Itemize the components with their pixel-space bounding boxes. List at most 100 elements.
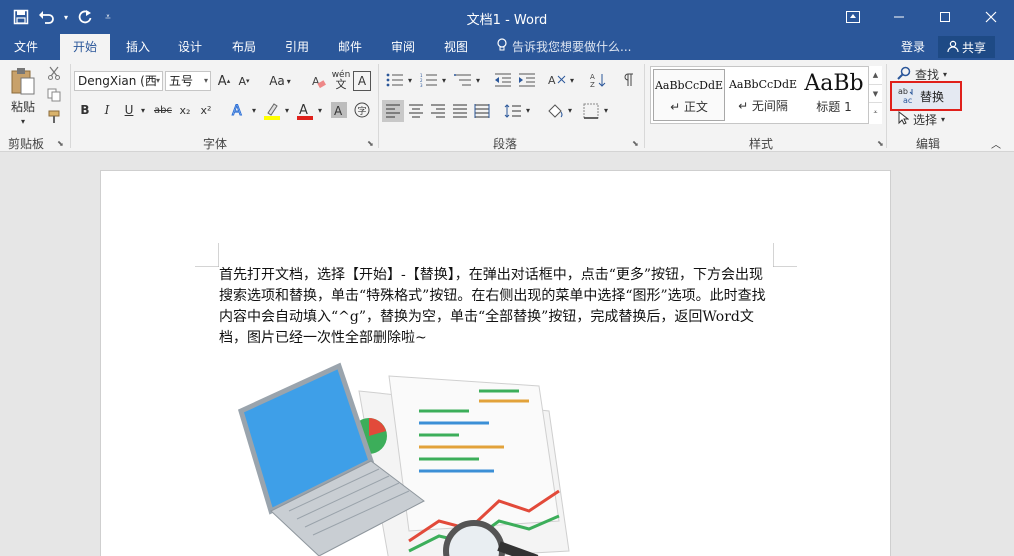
styles-more-icon[interactable]: ⩡ — [869, 102, 882, 120]
collapse-ribbon-icon[interactable]: ︿ — [988, 136, 1004, 151]
bullets-icon[interactable] — [384, 70, 406, 90]
align-right-icon[interactable] — [427, 100, 449, 122]
font-launcher-icon[interactable]: ⬊ — [367, 139, 374, 148]
cut-icon[interactable] — [44, 64, 64, 82]
document-page[interactable]: 首先打开文档，选择【开始】-【替换】，在弹出对话框中，点击“更多”按钮，下方会出… — [100, 170, 891, 556]
distributed-icon[interactable] — [471, 100, 493, 122]
customize-qat-icon[interactable]: ⩡ — [98, 4, 118, 30]
show-formatting-marks-icon[interactable] — [620, 70, 636, 90]
copy-icon[interactable] — [44, 86, 64, 104]
svg-text:A: A — [299, 103, 308, 118]
text-effects-dropdown-icon[interactable]: ▾ — [250, 100, 258, 120]
align-left-icon[interactable] — [382, 100, 404, 122]
chinese-layout-dropdown-icon[interactable]: ▾ — [568, 70, 576, 90]
tab-layout[interactable]: 布局 — [218, 34, 270, 60]
clear-formatting-icon[interactable]: A — [308, 71, 328, 91]
multilevel-list-icon[interactable] — [452, 70, 474, 90]
multilevel-dropdown-icon[interactable]: ▾ — [474, 70, 482, 90]
styles-launcher-icon[interactable]: ⬊ — [877, 139, 884, 148]
tab-insert[interactable]: 插入 — [114, 34, 162, 60]
font-color-icon[interactable]: A — [295, 100, 315, 122]
ribbon: 粘贴 ▾ 剪贴板 ⬊ DengXian (西 ▾ 五号 ▾ A ▴ A ▾ Aa ▾ A … — [0, 60, 1014, 152]
highlight-dropdown-icon[interactable]: ▾ — [283, 100, 291, 120]
bold-button[interactable]: B — [76, 100, 94, 120]
tell-me-box[interactable]: 告诉我您想要做什么... — [496, 34, 631, 60]
shading-icon[interactable] — [544, 100, 566, 122]
enclose-characters-icon[interactable]: 字 — [352, 100, 372, 120]
paste-icon[interactable] — [6, 66, 40, 96]
text-effects-icon[interactable]: A — [228, 100, 250, 120]
character-shading-icon[interactable]: A — [330, 100, 348, 120]
minimize-icon[interactable] — [876, 0, 922, 34]
search-icon — [897, 66, 911, 83]
sort-icon[interactable]: AZ — [588, 70, 608, 90]
style-no-spacing[interactable]: AaBbCcDdE ↵ 无间隔 — [727, 69, 799, 121]
line-spacing-icon[interactable] — [502, 100, 524, 122]
character-border-icon[interactable]: A — [353, 71, 371, 91]
justify-icon[interactable] — [449, 100, 471, 122]
tab-review[interactable]: 审阅 — [379, 34, 427, 60]
increase-indent-icon[interactable] — [516, 70, 538, 90]
strikethrough-button[interactable]: abc — [152, 100, 174, 120]
underline-dropdown-icon[interactable]: ▾ — [138, 100, 148, 120]
tab-references[interactable]: 引用 — [273, 34, 321, 60]
numbering-icon[interactable]: 123 — [418, 70, 440, 90]
scroll-up-icon[interactable]: ▲ — [869, 66, 882, 84]
grow-font-icon[interactable]: A ▴ — [215, 71, 233, 91]
change-case-button[interactable]: Aa ▾ — [264, 71, 296, 91]
select-label: 选择 — [913, 112, 938, 127]
font-name-combo[interactable]: DengXian (西 ▾ — [74, 71, 163, 91]
bullets-dropdown-icon[interactable]: ▾ — [406, 70, 414, 90]
save-icon[interactable] — [8, 4, 34, 30]
styles-gallery: AaBbCcDdE ↵ 正文 AaBbCcDdE ↵ 无间隔 AaBb 标题 1 — [650, 66, 882, 124]
numbering-dropdown-icon[interactable]: ▾ — [440, 70, 448, 90]
style-normal-label: ↵ 正文 — [670, 100, 708, 114]
tab-home[interactable]: 开始 — [60, 34, 110, 60]
style-no-spacing-label: ↵ 无间隔 — [738, 99, 788, 113]
scroll-down-icon[interactable]: ▼ — [869, 84, 882, 102]
laptop-charts-picture[interactable] — [219, 351, 573, 556]
shading-dropdown-icon[interactable]: ▾ — [566, 100, 574, 120]
highlight-color-icon[interactable] — [262, 100, 282, 122]
borders-icon[interactable] — [580, 100, 602, 122]
paste-dropdown-icon[interactable]: ▾ — [16, 116, 30, 126]
style-heading-1[interactable]: AaBb 标题 1 — [801, 69, 867, 121]
font-color-dropdown-icon[interactable]: ▾ — [316, 100, 324, 120]
redo-icon[interactable] — [72, 4, 98, 30]
undo-dropdown-icon[interactable]: ▾ — [60, 4, 72, 30]
grow-font-glyph: A — [217, 73, 227, 89]
tab-view[interactable]: 视图 — [431, 34, 481, 60]
undo-icon[interactable] — [34, 4, 60, 30]
chinese-layout-icon[interactable]: A — [546, 70, 568, 90]
change-case-label: Aa — [269, 74, 285, 88]
tab-mailings[interactable]: 邮件 — [325, 34, 375, 60]
cursor-icon — [897, 110, 910, 128]
body-paragraph[interactable]: 首先打开文档，选择【开始】-【替换】，在弹出对话框中，点击“更多”按钮，下方会出… — [219, 265, 771, 349]
format-painter-icon[interactable] — [44, 108, 64, 126]
svg-text:ab: ab — [898, 87, 908, 96]
close-icon[interactable] — [968, 0, 1014, 34]
subscript-button[interactable]: x₂ — [176, 100, 194, 120]
clipboard-launcher-icon[interactable]: ⬊ — [57, 139, 64, 148]
line-spacing-dropdown-icon[interactable]: ▾ — [524, 100, 532, 120]
shrink-font-icon[interactable]: A ▾ — [235, 71, 253, 91]
decrease-indent-icon[interactable] — [492, 70, 514, 90]
share-button[interactable]: 共享 — [938, 36, 995, 58]
align-center-icon[interactable] — [405, 100, 427, 122]
tab-design[interactable]: 设计 — [166, 34, 214, 60]
replace-button[interactable]: ab ac 替换 — [890, 81, 962, 111]
ribbon-display-options-icon[interactable] — [830, 0, 876, 34]
maximize-icon[interactable] — [922, 0, 968, 34]
select-button[interactable]: 选择 ▾ — [897, 110, 961, 128]
superscript-button[interactable]: x² — [197, 100, 215, 120]
paste-label[interactable]: 粘贴 — [6, 97, 40, 115]
underline-button[interactable]: U — [120, 100, 138, 120]
paragraph-launcher-icon[interactable]: ⬊ — [632, 139, 639, 148]
font-size-combo[interactable]: 五号 ▾ — [165, 71, 211, 91]
style-normal[interactable]: AaBbCcDdE ↵ 正文 — [653, 69, 725, 121]
borders-dropdown-icon[interactable]: ▾ — [602, 100, 610, 120]
italic-button[interactable]: I — [98, 100, 116, 120]
tab-file[interactable]: 文件 — [0, 34, 52, 60]
sign-in-link[interactable]: 登录 — [901, 34, 925, 60]
phonetic-guide-icon[interactable]: wén 文 — [331, 68, 351, 92]
